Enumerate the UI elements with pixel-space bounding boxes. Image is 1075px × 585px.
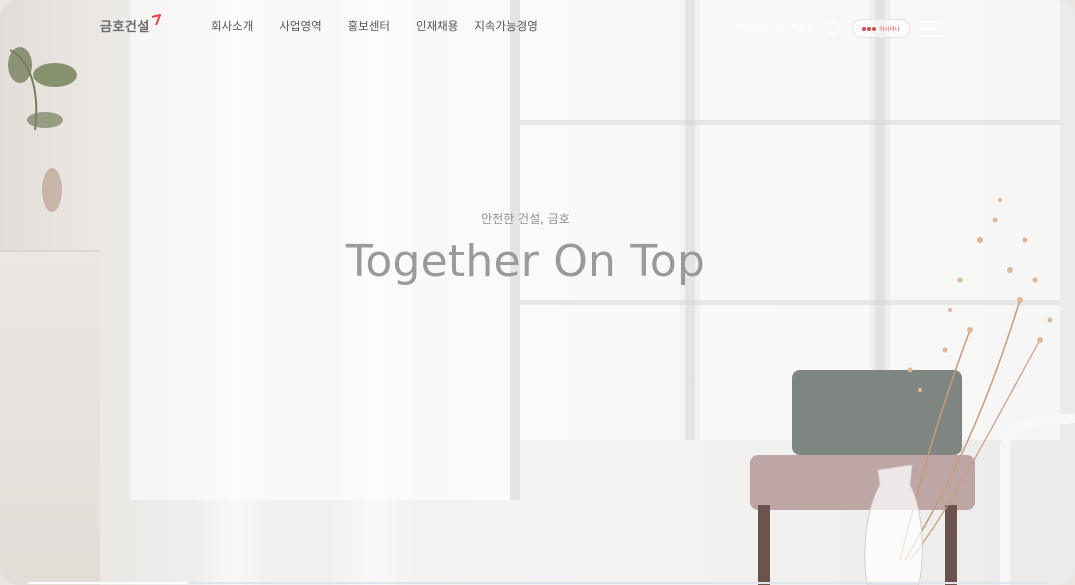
utility-links: Channel | 고객센터 (736, 21, 838, 34)
hero-copy: 안전한 건설, 금호 Together On Top (0, 210, 1051, 287)
utility-separator: | (774, 23, 778, 32)
family-site-button[interactable]: 아시아나 (852, 19, 910, 38)
logo-text: 금호건설 (100, 20, 150, 35)
family-site-label: 아시아나 (879, 26, 900, 33)
main-nav: 회사소개 사업영역 홍보센터 인재채용 지속가능경영 (211, 18, 564, 34)
nav-item-business[interactable]: 사업영역 (279, 18, 321, 34)
hero-subtitle: 안전한 건설, 금호 (481, 212, 570, 226)
site-header: 금호건설 회사소개 사업영역 홍보센터 인재채용 지속가능경영 Channel … (0, 0, 1075, 56)
family-dots-icon (862, 26, 877, 31)
curtain (330, 0, 420, 585)
curtain (190, 0, 280, 585)
slide-progress-indicator (28, 582, 188, 584)
slide-progress-bar (28, 582, 1048, 584)
hero-stage: 금호건설 회사소개 사업영역 홍보센터 인재채용 지속가능경영 Channel … (0, 0, 1075, 585)
nav-item-careers[interactable]: 인재채용 (416, 18, 458, 34)
hero-title: Together On Top (345, 236, 706, 287)
chair-frame-illustration (1000, 413, 1075, 585)
logo-mark-icon (151, 14, 161, 26)
hamburger-menu-icon[interactable] (920, 20, 942, 37)
nav-item-sustainability[interactable]: 지속가능경영 (474, 18, 537, 34)
site-logo[interactable]: 금호건설 (100, 14, 161, 35)
cabinet (0, 250, 100, 585)
channel-link[interactable]: Channel (736, 23, 769, 32)
nav-item-pr-center[interactable]: 홍보센터 (348, 18, 390, 34)
window-mullion (520, 120, 1060, 125)
nav-item-company[interactable]: 회사소개 (211, 18, 253, 34)
customer-center-link[interactable]: 고객센터 (784, 22, 813, 33)
globe-icon[interactable] (825, 21, 838, 34)
